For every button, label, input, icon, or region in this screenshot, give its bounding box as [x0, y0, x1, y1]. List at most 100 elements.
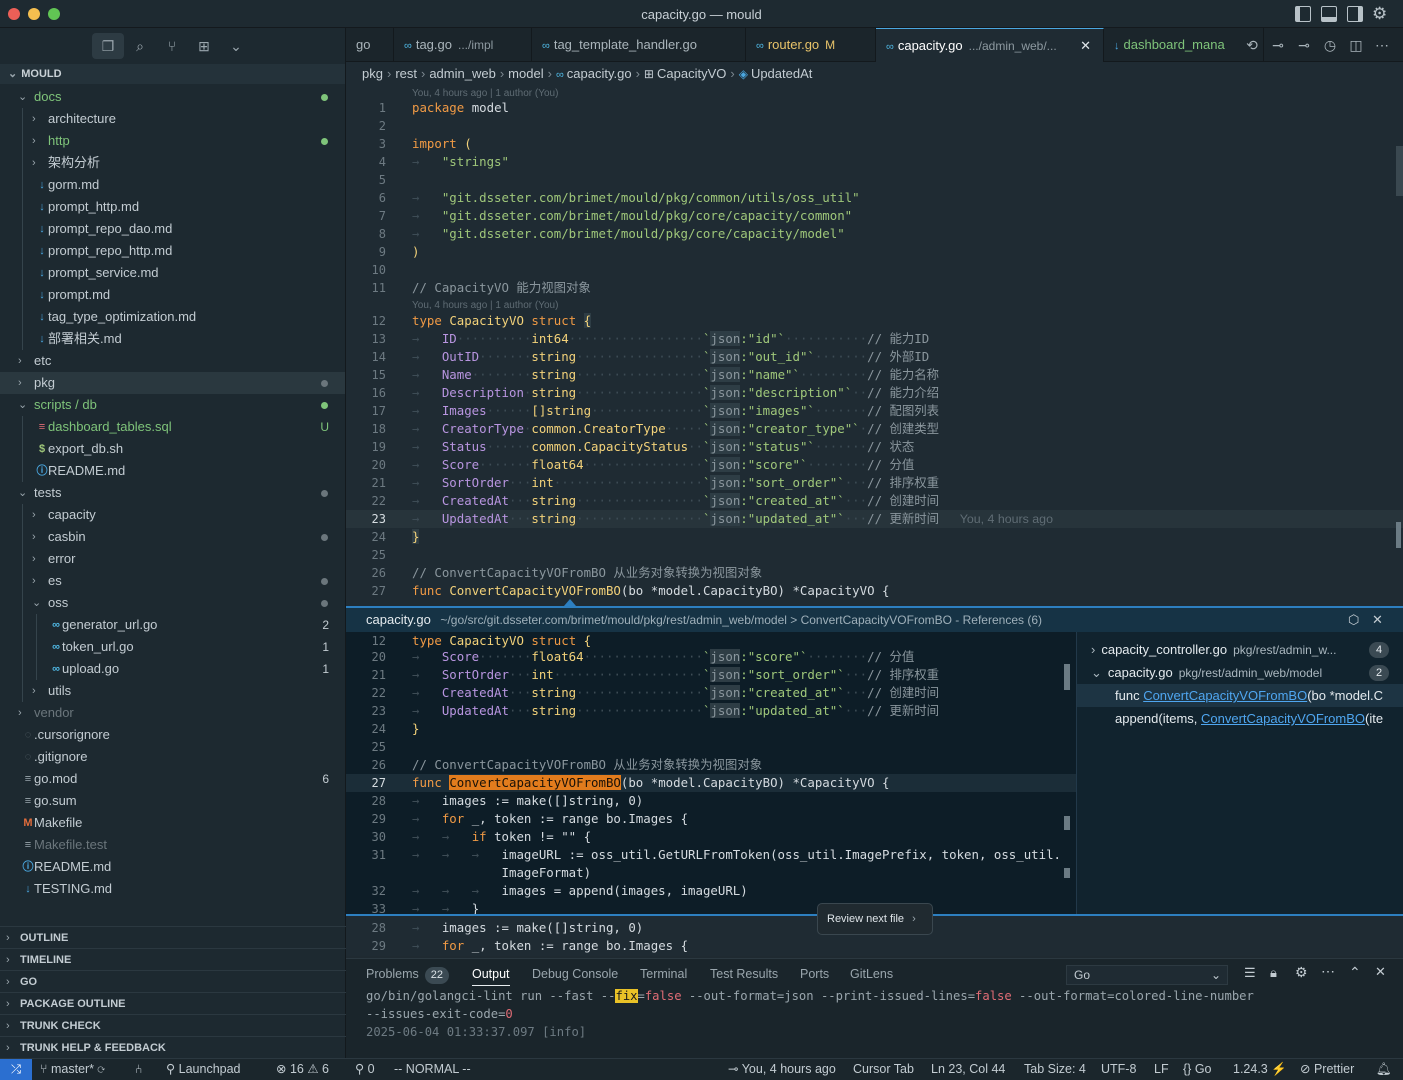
tab-size[interactable]: Tab Size: 4: [1024, 1059, 1086, 1080]
breadcrumb-item[interactable]: admin_web: [429, 66, 496, 81]
tree-item[interactable]: ↓ prompt.md: [0, 284, 345, 306]
tree-item[interactable]: ∞ token_url.go 1: [0, 636, 345, 658]
ports-indicator[interactable]: ⚲ 0: [355, 1059, 375, 1080]
output-settings-gear-icon[interactable]: ⚙: [1295, 964, 1308, 981]
language-mode[interactable]: {} Go: [1183, 1059, 1212, 1080]
tree-item[interactable]: ⓘ README.md: [0, 856, 345, 878]
toggle-secondary-sidebar-icon[interactable]: [1347, 6, 1363, 22]
tree-item[interactable]: ⌄ tests: [0, 482, 345, 504]
timeline-icon[interactable]: ◷: [1322, 37, 1338, 53]
file-encoding[interactable]: UTF-8: [1101, 1059, 1136, 1080]
panel-tab-debug-console[interactable]: Debug Console: [532, 967, 618, 981]
panel-tab-terminal[interactable]: Terminal: [640, 967, 687, 981]
tree-item[interactable]: ◌ .gitignore: [0, 746, 345, 768]
explorer-section-header[interactable]: ⌄ MOULD: [0, 64, 345, 84]
tree-item[interactable]: › error: [0, 548, 345, 570]
sidebar-panel-trunk-help-feedback[interactable]: › TRUNK HELP & FEEDBACK: [0, 1036, 346, 1058]
tree-item[interactable]: ≡ go.sum: [0, 790, 345, 812]
tree-item[interactable]: › architecture: [0, 108, 345, 130]
close-panel-icon[interactable]: ✕: [1375, 964, 1386, 980]
extensions-icon[interactable]: ⊞: [196, 38, 212, 54]
tree-item[interactable]: › vendor: [0, 702, 345, 724]
tree-item[interactable]: › etc: [0, 350, 345, 372]
git-branch[interactable]: ⑂ master* ⟳: [40, 1059, 105, 1080]
tree-item[interactable]: ↓ prompt_repo_dao.md: [0, 218, 345, 240]
more-views-chevron-down-icon[interactable]: ⌄: [228, 38, 244, 54]
sidebar-panel-outline[interactable]: › OUTLINE: [0, 926, 346, 948]
close-peek-icon[interactable]: ✕: [1372, 608, 1383, 632]
notifications-bell-icon[interactable]: 🔔︎: [1376, 1059, 1392, 1080]
toggle-primary-sidebar-icon[interactable]: [1295, 6, 1311, 22]
reference-file-group[interactable]: › capacity_controller.go pkg/rest/admin_w.…: [1077, 638, 1403, 661]
breadcrumb-item[interactable]: model: [508, 66, 543, 81]
output-channel-select[interactable]: Go ⌄: [1066, 965, 1228, 985]
lock-scroll-icon[interactable]: 🔒︎: [1270, 965, 1277, 981]
reference-item[interactable]: func ConvertCapacityVOFromBO(bo *model.C: [1077, 684, 1403, 707]
tree-item[interactable]: ⌄ oss: [0, 592, 345, 614]
breadcrumb-item[interactable]: pkg: [362, 66, 383, 81]
tree-item[interactable]: $ export_db.sh: [0, 438, 345, 460]
breadcrumb-item[interactable]: CapacityVO: [657, 66, 726, 81]
breadcrumb-item[interactable]: UpdatedAt: [751, 66, 812, 81]
tab-dashboard-mana[interactable]: ↓ dashboard_mana: [1104, 28, 1264, 62]
end-of-line[interactable]: LF: [1154, 1059, 1169, 1080]
sidebar-panel-timeline[interactable]: › TIMELINE: [0, 948, 346, 970]
git-blame-status[interactable]: ⊸ You, 4 hours ago: [728, 1059, 836, 1080]
tree-item[interactable]: ↓ prompt_repo_http.md: [0, 240, 345, 262]
reference-item[interactable]: append(items, ConvertCapacityVOFromBO(it…: [1077, 707, 1403, 730]
panel-tab-problems[interactable]: Problems 22: [366, 967, 450, 984]
tree-item[interactable]: › http: [0, 130, 345, 152]
panel-tab-gitlens[interactable]: GitLens: [850, 967, 893, 981]
more-actions-icon[interactable]: ⋯: [1374, 37, 1390, 53]
tree-item[interactable]: › 架构分析: [0, 152, 345, 174]
tree-item[interactable]: ↓ 部署相关.md: [0, 328, 345, 350]
panel-tab-test-results[interactable]: Test Results: [710, 967, 778, 981]
sidebar-panel-package-outline[interactable]: › PACKAGE OUTLINE: [0, 992, 346, 1014]
tree-item[interactable]: ↓ tag_type_optimization.md: [0, 306, 345, 328]
launchpad[interactable]: ⚲ Launchpad: [166, 1059, 241, 1080]
tree-item[interactable]: ≡ dashboard_tables.sql U: [0, 416, 345, 438]
tree-item[interactable]: ↓ gorm.md: [0, 174, 345, 196]
tree-item[interactable]: ≡ go.mod 6: [0, 768, 345, 790]
tree-item[interactable]: › utils: [0, 680, 345, 702]
clear-output-icon[interactable]: ☰: [1244, 965, 1256, 981]
source-control-icon[interactable]: ⑂: [164, 38, 180, 54]
sidebar-panel-go[interactable]: › GO: [0, 970, 346, 992]
panel-tab-ports[interactable]: Ports: [800, 967, 829, 981]
tree-item[interactable]: › pkg: [0, 372, 345, 394]
tab-go[interactable]: go: [346, 28, 394, 62]
code-editor[interactable]: You, 4 hours ago | 1 author (You) 1 packag…: [346, 86, 1403, 606]
search-icon[interactable]: ⌕: [132, 38, 148, 54]
tree-item[interactable]: › capacity: [0, 504, 345, 526]
git-next-change-icon[interactable]: ⊸: [1296, 37, 1312, 53]
tab-tag-go[interactable]: ∞ tag.go .../impl: [394, 28, 532, 62]
formatter[interactable]: ⊘ Prettier: [1300, 1059, 1354, 1080]
problems-summary[interactable]: ⊗ 16 ⚠ 6: [276, 1059, 329, 1080]
toggle-panel-icon[interactable]: [1321, 6, 1337, 22]
tree-item[interactable]: ↓ prompt_http.md: [0, 196, 345, 218]
tree-item[interactable]: ⌄ scripts / db: [0, 394, 345, 416]
compare-icon[interactable]: ⟲: [1244, 37, 1260, 53]
tree-item[interactable]: ⓘ README.md: [0, 460, 345, 482]
peek-code-preview[interactable]: 12 type CapacityVO struct {20 → Score·····…: [346, 632, 1403, 914]
review-next-file-button[interactable]: Review next file ›: [817, 903, 933, 935]
tree-item[interactable]: › casbin: [0, 526, 345, 548]
reference-file-group[interactable]: ⌄ capacity.go pkg/rest/admin_web/model 2: [1077, 661, 1403, 684]
tree-item[interactable]: › es: [0, 570, 345, 592]
tree-item[interactable]: ∞ generator_url.go 2: [0, 614, 345, 636]
remote-indicator-icon[interactable]: ⤮: [0, 1059, 32, 1080]
tree-item[interactable]: ∞ upload.go 1: [0, 658, 345, 680]
cursor-position[interactable]: Ln 23, Col 44: [931, 1059, 1005, 1080]
more-actions-icon[interactable]: ⋯: [1321, 963, 1335, 980]
tab-tag-template-handler-go[interactable]: ∞ tag_template_handler.go: [532, 28, 746, 62]
breadcrumb-item[interactable]: capacity.go: [567, 66, 632, 81]
editor-scrollbar-thumb[interactable]: [1396, 146, 1403, 196]
panel-tab-output[interactable]: Output: [472, 967, 510, 986]
tree-item[interactable]: ◌ .cursorignore: [0, 724, 345, 746]
go-version[interactable]: 1.24.3 ⚡: [1233, 1059, 1287, 1080]
sidebar-panel-trunk-check[interactable]: › TRUNK CHECK: [0, 1014, 346, 1036]
tree-item[interactable]: ↓ prompt_service.md: [0, 262, 345, 284]
breadcrumb-item[interactable]: rest: [395, 66, 417, 81]
explorer-files-icon[interactable]: ❐: [100, 38, 116, 54]
cursor-tab-status[interactable]: Cursor Tab: [853, 1059, 914, 1080]
